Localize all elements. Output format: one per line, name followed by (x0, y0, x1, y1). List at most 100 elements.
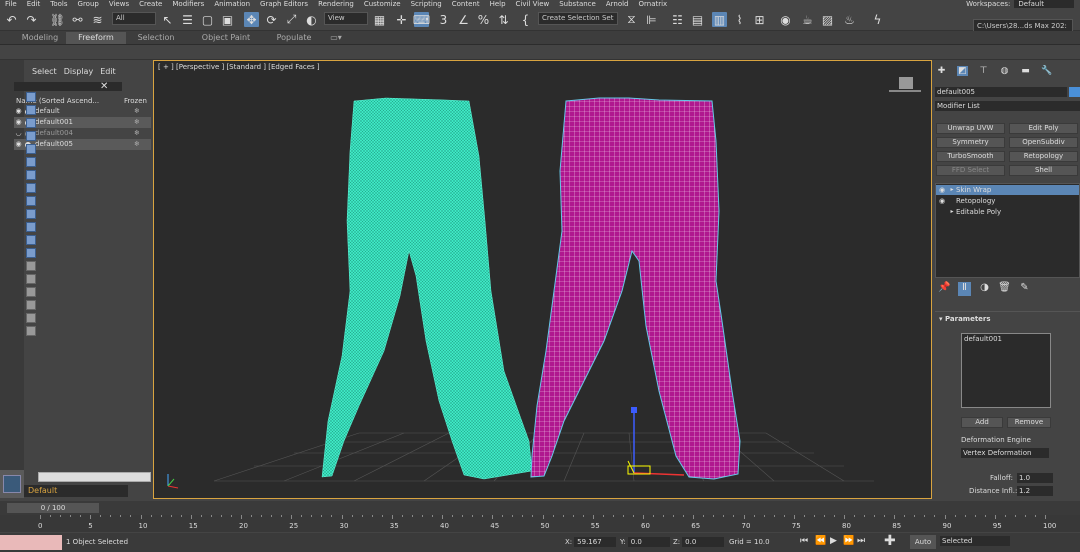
retopology-button[interactable]: Retopology (1009, 151, 1078, 162)
play-icon[interactable]: ▶ (830, 536, 837, 546)
pivot-icon[interactable]: ▦ (372, 12, 387, 27)
display-frozen-icon[interactable] (26, 235, 36, 245)
object-name-field[interactable]: default005 (935, 87, 1067, 97)
display-groups-icon[interactable] (26, 183, 36, 193)
workspace-value[interactable]: Default (1014, 0, 1074, 8)
falloff-spinner[interactable]: 1.0 (1017, 473, 1053, 483)
expand-arrow-icon[interactable]: ▸ (948, 207, 956, 217)
menu-modifiers[interactable]: Modifiers (167, 0, 209, 8)
frozen-icon[interactable]: ❄ (134, 128, 140, 139)
frozen-icon[interactable]: ❄ (134, 106, 140, 117)
turbosmooth-button[interactable]: TurboSmooth (936, 151, 1005, 162)
spinner-snap-icon[interactable]: ⇅ (496, 12, 511, 27)
display-all-icon[interactable] (26, 92, 36, 102)
expand-arrow-icon[interactable]: ▸ (948, 185, 956, 195)
display-shapes-icon[interactable] (26, 118, 36, 128)
parameters-title[interactable]: ▾ Parameters (939, 315, 991, 323)
display-xrefs-icon[interactable] (26, 196, 36, 206)
remove-button[interactable]: Remove (1007, 417, 1051, 428)
track-bar[interactable]: 0 5 10 15 20 25 30 35 40 45 50 55 60 65 70 75 80 85 90 95 10… (0, 515, 1080, 532)
menu-arnold[interactable]: Arnold (601, 0, 634, 8)
make-unique-icon[interactable]: ◑ (978, 282, 991, 296)
stack-item-editable-poly[interactable]: ▸ Editable Poly (936, 207, 1079, 217)
show-end-result-icon[interactable]: Ⅱ (958, 282, 971, 296)
opensubdiv-button[interactable]: OpenSubdiv (1009, 137, 1078, 148)
tab-modeling[interactable]: Modeling (12, 32, 68, 44)
menu-civil-view[interactable]: Civil View (511, 0, 555, 8)
menu-animation[interactable]: Animation (209, 0, 255, 8)
arnold-icon[interactable]: ϟ (870, 12, 885, 27)
utilities-tab-icon[interactable]: 🔧 (1041, 66, 1052, 76)
motion-tab-icon[interactable]: ◍ (999, 66, 1010, 76)
key-filter-dropdown[interactable]: Selected (940, 536, 1010, 546)
keyboard-shortcut-icon[interactable]: ⌨ (413, 12, 430, 27)
angle-snap-icon[interactable]: ∠ (456, 12, 471, 27)
menu-help[interactable]: Help (485, 0, 511, 8)
menu-views[interactable]: Views (104, 0, 134, 8)
redo-icon[interactable]: ↷ (24, 12, 39, 27)
eye-icon[interactable]: ◉ (14, 117, 23, 128)
coord-z-field[interactable]: 0.0 (682, 537, 725, 547)
column-frozen-header[interactable]: Frozen (124, 96, 147, 106)
move-icon[interactable]: ✥ (244, 12, 259, 27)
display-geometry-icon[interactable] (26, 105, 36, 115)
menu-customize[interactable]: Customize (359, 0, 406, 8)
container-icon[interactable] (26, 326, 36, 336)
edit-named-sets-icon[interactable]: { (518, 12, 533, 27)
explorer-menu-select[interactable]: Select (32, 67, 57, 76)
stack-item-skin-wrap[interactable]: ◉ ▸ Skin Wrap (936, 185, 1079, 195)
display-bones-icon[interactable] (26, 209, 36, 219)
render-setup-icon[interactable]: ☕ (800, 12, 815, 27)
target-object-list[interactable]: default001 (961, 333, 1051, 408)
eye-closed-icon[interactable]: ◡ (14, 128, 23, 139)
link-icon[interactable]: ⛓ (50, 12, 65, 27)
menu-scripting[interactable]: Scripting (406, 0, 447, 8)
align-icon[interactable]: ⊫ (644, 12, 659, 27)
display-cameras-icon[interactable] (26, 144, 36, 154)
maxscript-listener[interactable] (0, 535, 62, 550)
menu-rendering[interactable]: Rendering (313, 0, 359, 8)
auto-key-button[interactable]: Auto (910, 535, 936, 549)
menu-graph-editors[interactable]: Graph Editors (255, 0, 313, 8)
percent-snap-icon[interactable]: % (476, 12, 491, 27)
ribbon-options-icon[interactable]: ▭▾ (324, 32, 348, 44)
coord-y-field[interactable]: 0.0 (627, 537, 670, 547)
schematic-view-icon[interactable]: ⊞ (752, 12, 767, 27)
eye-icon[interactable]: ◉ (936, 185, 948, 195)
display-hidden-icon[interactable] (26, 248, 36, 258)
close-icon[interactable]: ✕ (100, 81, 108, 92)
symmetry-button[interactable]: Symmetry (936, 137, 1005, 148)
selection-filter-dropdown[interactable]: All (112, 12, 156, 25)
menu-edit[interactable]: Edit (22, 0, 46, 8)
pin-stack-icon[interactable]: 📌 (938, 282, 951, 296)
mirror-icon[interactable]: ⧖ (624, 12, 639, 27)
menu-tools[interactable]: Tools (45, 0, 72, 8)
menu-group[interactable]: Group (73, 0, 104, 8)
eye-icon[interactable]: ◉ (14, 106, 23, 117)
edit-poly-button[interactable]: Edit Poly (1009, 123, 1078, 134)
shell-button[interactable]: Shell (1009, 165, 1078, 176)
rendered-frame-icon[interactable]: ▨ (820, 12, 835, 27)
snaps-toggle-icon[interactable]: 3 (436, 12, 451, 27)
menu-file[interactable]: File (0, 0, 22, 8)
material-editor-icon[interactable]: ◉ (778, 12, 793, 27)
time-slider[interactable]: 0 / 100 (0, 501, 1080, 515)
time-slider-thumb[interactable]: 0 / 100 (7, 503, 99, 513)
menu-substance[interactable]: Substance (554, 0, 601, 8)
ref-coord-dropdown[interactable]: View (324, 12, 368, 25)
menu-content[interactable]: Content (447, 0, 485, 8)
target-object-item[interactable]: default001 (964, 335, 1048, 343)
explorer-menu-display[interactable]: Display (64, 67, 94, 76)
select-by-name-icon[interactable]: ☰ (180, 12, 195, 27)
window-crossing-icon[interactable]: ▣ (220, 12, 235, 27)
eye-icon[interactable]: ◉ (14, 139, 23, 150)
explorer-menu-edit[interactable]: Edit (100, 67, 116, 76)
explorer-toggle-button[interactable] (0, 470, 24, 498)
configure-sets-icon[interactable]: ✎ (1018, 282, 1031, 296)
display-tab-icon[interactable]: ▬ (1020, 66, 1031, 76)
tab-freeform[interactable]: Freeform (66, 32, 126, 44)
filter-icon[interactable] (26, 300, 36, 310)
selection-set-dropdown[interactable]: Create Selection Set (538, 12, 618, 25)
set-key-icon[interactable]: ✚ (884, 533, 896, 549)
scene-explorer-icon[interactable]: ▥ (712, 12, 727, 27)
